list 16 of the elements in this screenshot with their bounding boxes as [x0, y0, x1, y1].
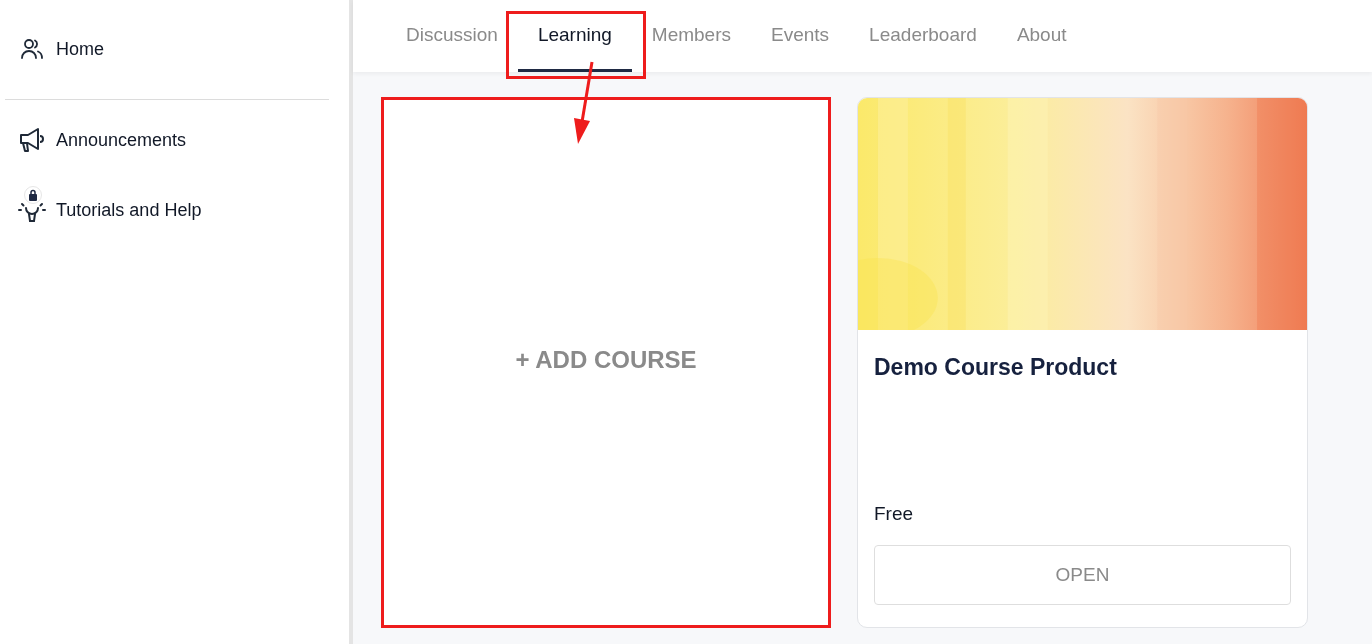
course-price: Free	[874, 503, 915, 525]
people-icon	[19, 36, 45, 62]
tab[interactable]: About	[996, 0, 1087, 72]
sidebar-item[interactable]: Announcements	[0, 115, 349, 165]
megaphone-icon	[18, 126, 46, 154]
tab[interactable]: Learning	[517, 0, 632, 72]
add-course-card[interactable]: + ADD COURSE	[381, 97, 831, 628]
course-title: Demo Course Product	[874, 354, 1118, 381]
tab[interactable]: Events	[751, 0, 850, 72]
tab[interactable]: Leaderboard	[849, 0, 997, 72]
sidebar-item[interactable]: Home	[0, 24, 349, 74]
sidebar-item[interactable]: Tutorials and Help	[0, 185, 349, 235]
tab[interactable]: Members	[631, 0, 751, 72]
tab[interactable]: Discussion	[386, 0, 518, 72]
add-course-label: + ADD COURSE	[515, 345, 697, 374]
open-button[interactable]: OPEN	[874, 545, 1291, 605]
